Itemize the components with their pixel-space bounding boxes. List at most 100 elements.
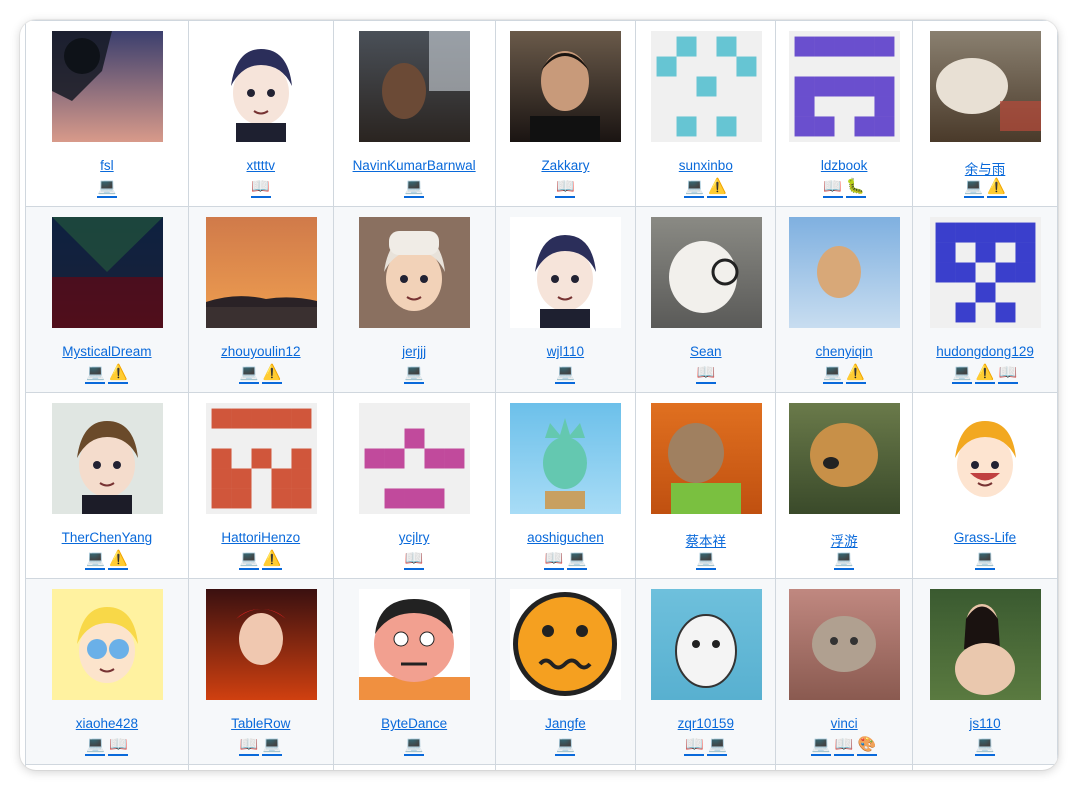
contributor-name-link[interactable]: wjl110 (496, 344, 636, 359)
code-badge-icon[interactable]: 💻 (85, 364, 106, 384)
anime-fire-avatar-icon[interactable] (205, 589, 317, 700)
contributor-name-link[interactable]: fsl (26, 158, 188, 173)
doc-badge-icon[interactable]: 📖 (239, 736, 260, 756)
code-badge-icon[interactable]: 💻 (822, 364, 843, 384)
code-badge-icon[interactable]: 💻 (975, 736, 996, 756)
sloth-photo-icon[interactable] (650, 403, 762, 514)
contributor-name-link[interactable]: ycjlry (334, 530, 495, 545)
contributor-name-link[interactable]: vinci (776, 716, 912, 731)
plush-toy-photo-icon[interactable] (930, 31, 1042, 142)
contributor-name-link[interactable]: Grass-Life (913, 530, 1057, 545)
contributor-name-link[interactable]: Sean (636, 344, 775, 359)
doc-badge-icon[interactable]: 📖 (998, 364, 1019, 384)
code-badge-icon[interactable]: 💻 (85, 736, 106, 756)
code-badge-icon[interactable]: 💻 (684, 178, 705, 198)
contributor-name-link[interactable]: TableRow (189, 716, 333, 731)
contributor-name-link[interactable]: MysticalDream (26, 344, 188, 359)
rabbit-glasses-photo-icon[interactable] (650, 217, 762, 328)
warning-badge-icon[interactable]: ⚠️ (108, 364, 129, 384)
contributor-name-link[interactable]: zqr10159 (636, 716, 775, 731)
doc-badge-icon[interactable]: 📖 (695, 364, 716, 384)
contributor-name-link[interactable]: NavinKumarBarnwal (334, 158, 495, 173)
contributor-name-link[interactable]: ByteDance (334, 716, 495, 731)
anime-boy-cap-avatar-icon[interactable] (359, 217, 471, 328)
warning-badge-icon[interactable]: ⚠️ (975, 364, 996, 384)
anime-girl-avatar-icon[interactable] (930, 403, 1042, 514)
warning-badge-icon[interactable]: ⚠️ (262, 550, 283, 570)
contributor-name-link[interactable]: hudongdong129 (913, 344, 1057, 359)
code-badge-icon[interactable]: 💻 (404, 364, 425, 384)
code-badge-icon[interactable]: 💻 (96, 178, 117, 198)
code-badge-icon[interactable]: 💻 (707, 736, 728, 756)
woman-photo-icon[interactable] (930, 589, 1042, 700)
warning-badge-icon[interactable]: ⚠️ (845, 364, 866, 384)
contributor-name-link[interactable]: 浮游 (776, 530, 912, 550)
code-badge-icon[interactable]: 💻 (952, 364, 973, 384)
design-badge-icon[interactable]: 🎨 (857, 736, 878, 756)
doc-badge-icon[interactable]: 📖 (404, 550, 425, 570)
code-badge-icon[interactable]: 💻 (555, 736, 576, 756)
code-badge-icon[interactable]: 💻 (239, 550, 260, 570)
code-badge-icon[interactable]: 💻 (695, 550, 716, 570)
bug-badge-icon[interactable]: 🐛 (845, 178, 866, 198)
gian-cartoon-avatar-icon[interactable] (359, 589, 471, 700)
doc-badge-icon[interactable]: 📖 (834, 736, 855, 756)
selfie-photo-icon[interactable] (359, 31, 471, 142)
contributor-name-link[interactable]: Zakkary (496, 158, 636, 173)
cat-photo-icon[interactable] (789, 589, 901, 700)
code-badge-icon[interactable]: 💻 (239, 364, 260, 384)
code-badge-icon[interactable]: 💻 (834, 550, 855, 570)
anime-boy-suit-avatar-icon[interactable] (51, 403, 163, 514)
doc-badge-icon[interactable]: 📖 (822, 178, 843, 198)
doc-badge-icon[interactable]: 📖 (543, 550, 564, 570)
code-badge-icon[interactable]: 💻 (975, 550, 996, 570)
warning-badge-icon[interactable]: ⚠️ (262, 364, 283, 384)
contributor-name-link[interactable]: zhouyoulin12 (189, 344, 333, 359)
code-badge-icon[interactable]: 💻 (262, 736, 283, 756)
sunset-photo-icon[interactable] (205, 217, 317, 328)
man-portrait-photo-icon[interactable] (510, 31, 622, 142)
contributor-name-link[interactable]: TherChenYang (26, 530, 188, 545)
doc-badge-icon[interactable]: 📖 (108, 736, 129, 756)
dog-photo-icon[interactable] (789, 403, 901, 514)
code-badge-icon[interactable]: 💻 (404, 736, 425, 756)
code-badge-icon[interactable]: 💻 (555, 364, 576, 384)
contributor-name-link[interactable]: sunxinbo (636, 158, 775, 173)
doc-badge-icon[interactable]: 📖 (555, 178, 576, 198)
contributor-name-link[interactable]: xttttv (189, 158, 333, 173)
anime-boy-avatar-icon[interactable] (510, 217, 622, 328)
doc-badge-icon[interactable]: 📖 (684, 736, 705, 756)
star-cartoon-avatar-icon[interactable] (51, 589, 163, 700)
contributor-name-link[interactable]: chenyiqin (776, 344, 912, 359)
warning-badge-icon[interactable]: ⚠️ (707, 178, 728, 198)
code-badge-icon[interactable]: 💻 (85, 550, 106, 570)
contributor-name-link[interactable]: HattoriHenzo (189, 530, 333, 545)
flying-cat-photo-icon[interactable] (789, 217, 901, 328)
contributor-name-link[interactable]: jerjjj (334, 344, 495, 359)
code-badge-icon[interactable]: 💻 (963, 178, 984, 198)
code-badge-icon[interactable]: 💻 (404, 178, 425, 198)
warning-badge-icon[interactable]: ⚠️ (986, 178, 1007, 198)
statue-of-liberty-cartoon-icon[interactable] (510, 403, 622, 514)
doc-badge-icon[interactable]: 📖 (250, 178, 271, 198)
identicon-cyan-icon[interactable] (650, 31, 762, 142)
warning-badge-icon[interactable]: ⚠️ (108, 550, 129, 570)
matrix-code-art-icon[interactable] (51, 217, 163, 328)
panda-sticker-avatar-icon[interactable] (650, 589, 762, 700)
identicon-pink-icon[interactable] (359, 403, 471, 514)
code-badge-icon[interactable]: 💻 (566, 550, 587, 570)
code-badge-icon[interactable]: 💻 (811, 736, 832, 756)
contributor-name-link[interactable]: aoshiguchen (496, 530, 636, 545)
contributor-name-link[interactable]: 蔡本祥 (636, 530, 775, 550)
anime-boy-avatar-icon[interactable] (205, 31, 317, 142)
identicon-red-icon[interactable] (205, 403, 317, 514)
contributor-name-link[interactable]: Jangfe (496, 716, 636, 731)
emoji-face-avatar-icon[interactable] (510, 589, 622, 700)
contributor-name-link[interactable]: ldzbook (776, 158, 912, 173)
identicon-blue-icon[interactable] (930, 217, 1042, 328)
contributor-name-link[interactable]: xiaohe428 (26, 716, 188, 731)
tree-sunset-photo-icon[interactable] (51, 31, 163, 142)
contributor-name-link[interactable]: 余与雨 (913, 158, 1057, 178)
contributor-name-link[interactable]: js110 (913, 716, 1057, 731)
identicon-purple-icon[interactable] (789, 31, 901, 142)
